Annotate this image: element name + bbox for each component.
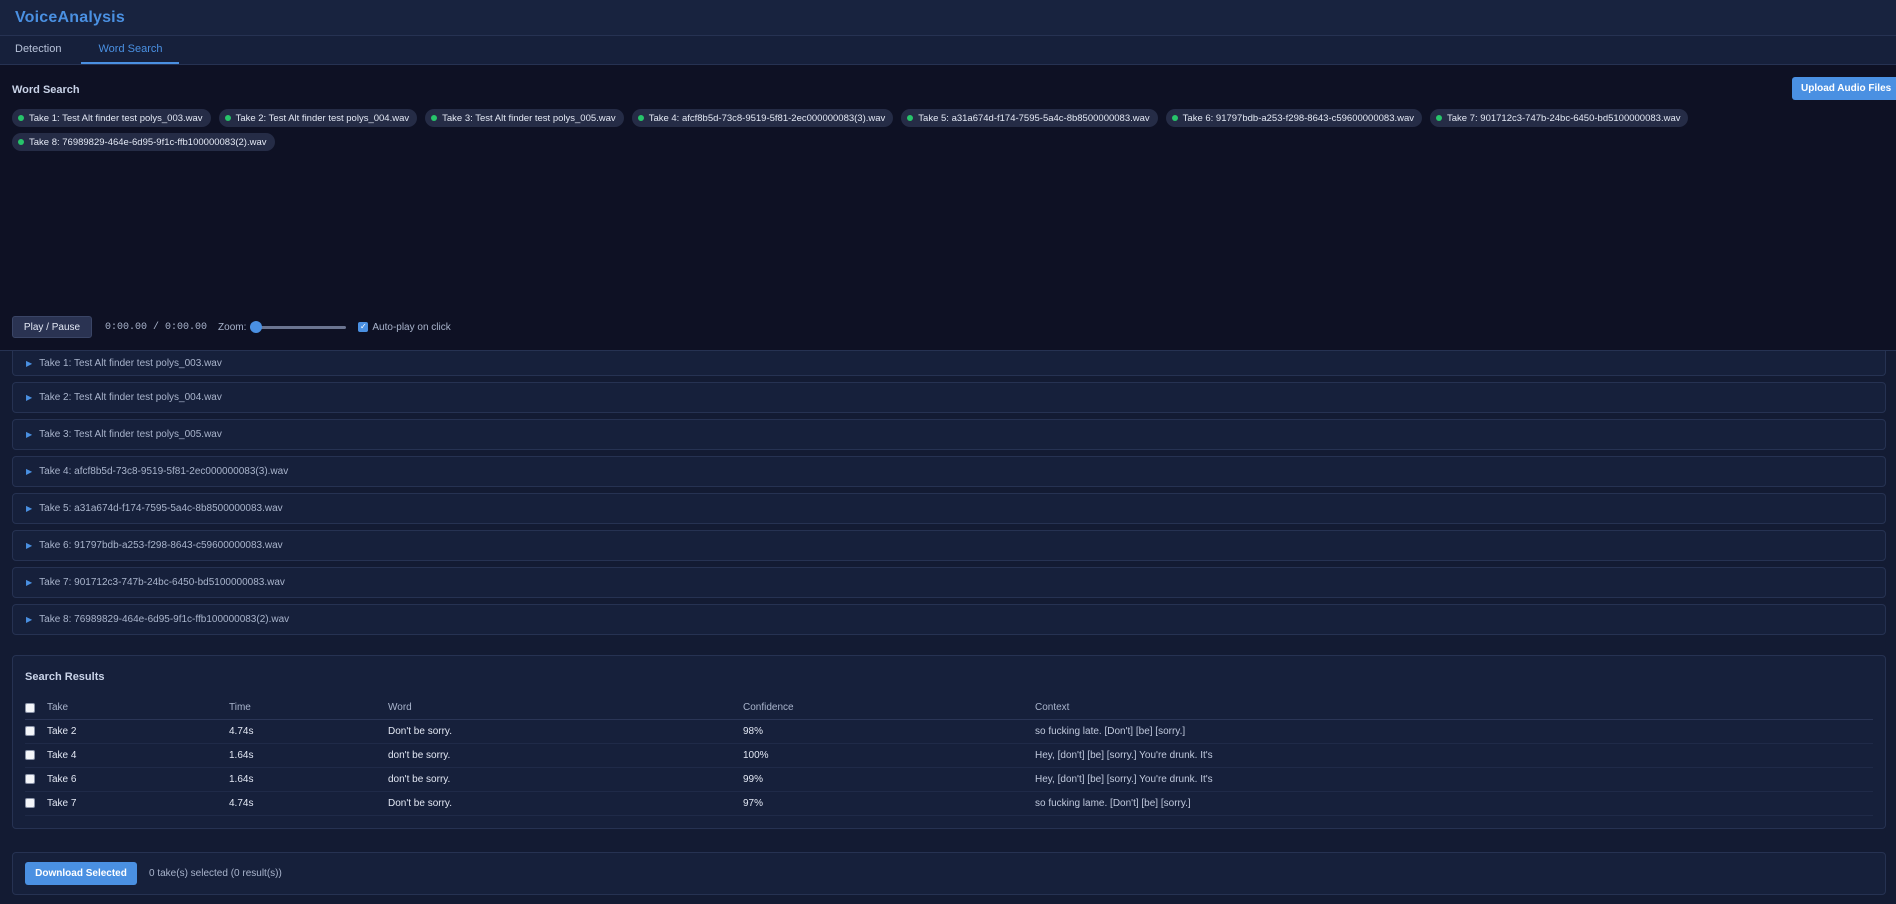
row-checkbox[interactable] [25,749,35,760]
cell-time: 1.64s [229,743,388,768]
take-accordion-item[interactable]: ▶ Take 6: 91797bdb-a253-f298-8643-c596000… [12,530,1886,561]
table-row[interactable]: Take 7 4.74s Don't be sorry. 97% so fuck… [25,791,1873,816]
play-pause-button[interactable]: Play / Pause [12,316,92,338]
take-chip[interactable]: Take 6: 91797bdb-a253-f298-8643-c5960000… [1165,109,1423,127]
cell-take: Take 7 [47,791,229,816]
take-chip[interactable]: Take 1: Test Alt finder test polys_003.w… [12,109,211,127]
results-title: Search Results [25,671,105,683]
results-table: Take Time Word Confidence Context Take 2… [25,697,1873,816]
cell-word: don't be sorry. [388,743,743,768]
time-display: 0:00.00 / 0:00.00 [105,321,208,333]
column-header-word: Word [388,697,743,720]
tab-word-search[interactable]: Word Search [81,35,180,64]
expand-arrow-icon: ▶ [26,541,33,550]
row-checkbox[interactable] [25,773,35,784]
row-checkbox[interactable] [25,797,35,808]
loaded-status-icon [18,115,24,121]
tab-detection[interactable]: Detection [0,35,76,64]
app-title: VoiceAnalysis [15,8,125,26]
loaded-status-icon [224,115,231,121]
zoom-slider[interactable] [250,321,347,333]
loaded-status-icon [18,139,24,145]
column-header-time: Time [229,697,388,720]
take-chip[interactable]: Take 8: 76989829-464e-6d95-9f1c-ffb10000… [12,133,275,151]
expand-arrow-icon: ▶ [26,615,33,624]
expand-arrow-icon: ▶ [26,578,33,587]
autoplay-toggle[interactable]: ✓ Auto-play on click [358,321,451,333]
take-chip[interactable]: Take 5: a31a674d-f174-7595-5a4c-8b850000… [901,109,1158,127]
take-chip[interactable]: Take 4: afcf8b5d-73c8-9519-5f81-2ec00000… [631,109,894,127]
expand-arrow-icon: ▶ [26,393,33,402]
autoplay-label: Auto-play on click [372,321,451,333]
zoom-track [250,326,347,329]
cell-word: Don't be sorry. [388,791,743,816]
cell-confidence: 97% [743,791,1035,816]
cell-time: 1.64s [229,767,388,792]
cell-time: 4.74s [229,719,388,744]
column-header-context: Context [1035,697,1873,720]
selection-status: 0 take(s) selected (0 result(s)) [149,868,282,879]
take-accordion-list: ▶ Take 1: Test Alt finder test polys_003.… [12,351,1886,641]
expand-arrow-icon: ▶ [26,467,33,476]
cell-word: Don't be sorry. [388,719,743,744]
panel-title: Word Search [12,84,80,96]
column-header-confidence: Confidence [743,697,1035,720]
cell-confidence: 98% [743,719,1035,744]
download-panel: Download Selected 0 take(s) selected (0 … [12,852,1886,895]
take-accordion-item[interactable]: ▶ Take 5: a31a674d-f174-7595-5a4c-8b85000… [12,493,1886,524]
column-header-take: Take [47,697,229,720]
playback-controls: Play / Pause 0:00.00 / 0:00.00 Zoom: ✓ A… [12,316,451,338]
take-chip[interactable]: Take 2: Test Alt finder test polys_004.w… [218,109,418,127]
select-all-checkbox[interactable] [25,702,35,713]
cell-confidence: 100% [743,743,1035,768]
cell-confidence: 99% [743,767,1035,792]
cell-time: 4.74s [229,791,388,816]
upload-audio-button[interactable]: Upload Audio Files [1792,77,1896,100]
zoom-label: Zoom: [218,321,247,333]
loaded-status-icon [637,115,644,121]
cell-take: Take 4 [47,743,229,768]
expand-arrow-icon: ▶ [26,358,33,368]
row-checkbox[interactable] [25,725,35,736]
tab-bar: Detection Word Search [0,36,1896,65]
zoom-thumb[interactable] [250,321,263,333]
take-accordion-item[interactable]: ▶ Take 7: 901712c3-747b-24bc-6450-bd51000… [12,567,1886,598]
table-row[interactable]: Take 4 1.64s don't be sorry. 100% Hey, [… [25,743,1873,768]
take-accordion-item[interactable]: ▶ Take 8: 76989829-464e-6d95-9f1c-ffb1000… [12,604,1886,635]
take-chip[interactable]: Take 7: 901712c3-747b-24bc-6450-bd510000… [1430,109,1689,127]
cell-context: Hey, [don't] [be] [sorry.] You're drunk.… [1035,743,1873,768]
table-row[interactable]: Take 2 4.74s Don't be sorry. 98% so fuck… [25,719,1873,744]
loaded-status-icon [907,115,914,121]
loaded-status-icon [1436,115,1443,121]
expand-arrow-icon: ▶ [26,504,33,513]
waveform-panel[interactable]: Word Search Upload Audio Files Take 1: T… [0,65,1896,351]
search-results-panel: Search Results Take Time Word Confidence… [12,655,1886,829]
loaded-status-icon [1171,115,1178,121]
download-selected-button[interactable]: Download Selected [25,862,137,885]
app-header: VoiceAnalysis [0,0,1896,36]
cell-context: so fucking lame. [Don't] [be] [sorry.] [1035,791,1873,816]
cell-word: don't be sorry. [388,767,743,792]
cell-context: Hey, [don't] [be] [sorry.] You're drunk.… [1035,767,1873,792]
autoplay-checkbox[interactable]: ✓ [358,322,369,332]
expand-arrow-icon: ▶ [26,430,33,439]
take-chip-list: Take 1: Test Alt finder test polys_003.w… [12,109,1892,151]
take-accordion-item[interactable]: ▶ Take 3: Test Alt finder test polys_005.… [12,419,1886,450]
cell-take: Take 2 [47,719,229,744]
take-accordion-item[interactable]: ▶ Take 4: afcf8b5d-73c8-9519-5f81-2ec0000… [12,456,1886,487]
table-row[interactable]: Take 6 1.64s don't be sorry. 99% Hey, [d… [25,767,1873,792]
cell-context: so fucking late. [Don't] [be] [sorry.] [1035,719,1873,744]
cell-take: Take 6 [47,767,229,792]
take-chip[interactable]: Take 3: Test Alt finder test polys_005.w… [425,109,624,127]
results-header-row: Take Time Word Confidence Context [25,697,1873,720]
take-accordion-item[interactable]: ▶ Take 1: Test Alt finder test polys_003.… [12,351,1886,376]
loaded-status-icon [431,115,438,121]
take-accordion-item[interactable]: ▶ Take 2: Test Alt finder test polys_004.… [12,382,1886,413]
